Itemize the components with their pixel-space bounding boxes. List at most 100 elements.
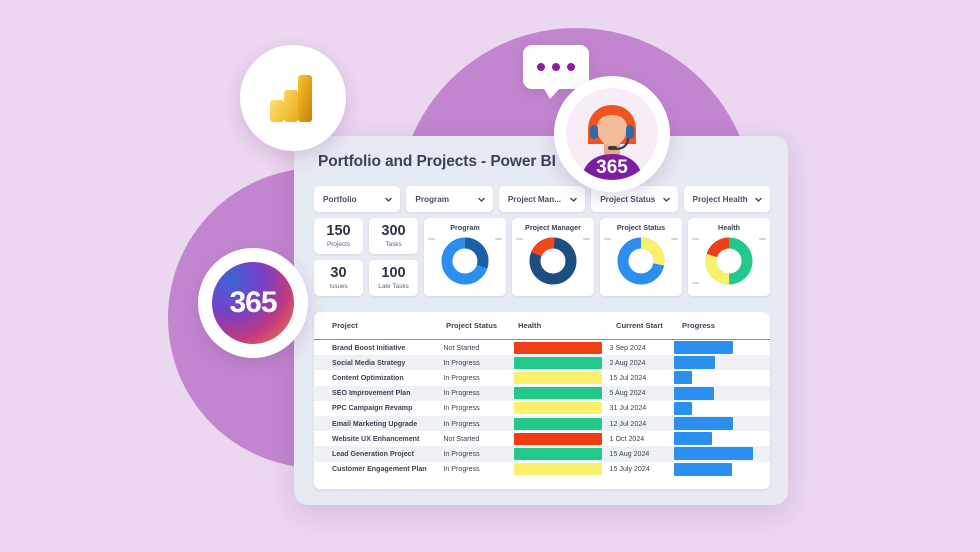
- kpi-card-projects[interactable]: 150 Projects: [314, 218, 363, 254]
- kpi-card-late-tasks[interactable]: 100 Late Tasks: [369, 260, 418, 296]
- health-indicator-bar: [513, 432, 602, 445]
- health-indicator-bar: [513, 402, 602, 415]
- cell-project-status: In Progress: [443, 465, 480, 474]
- donut-card-project-manager[interactable]: Project Manager: [512, 218, 594, 296]
- cell-project: Website UX Enhancement: [332, 434, 420, 443]
- progress-fill: [674, 401, 693, 415]
- cell-current-start: 15 Jul 2024: [609, 373, 647, 382]
- cell-project-status: Not Started: [443, 434, 480, 443]
- table-body: Brand Boost Initiative Not Started 3 Sep 2…: [314, 340, 770, 477]
- kpi-grid: 150 Projects 300 Tasks 30 Issues 100 Late Tasks: [314, 218, 418, 296]
- table-row[interactable]: Customer Engagement Plan In Progress 15 Ju…: [314, 461, 770, 477]
- cell-progress: [674, 417, 762, 431]
- donut-svg: [529, 237, 577, 285]
- cell-progress: [674, 341, 762, 355]
- column-header-progress[interactable]: Progress: [682, 321, 762, 330]
- cell-progress: [674, 371, 762, 385]
- chevron-down-icon[interactable]: [384, 195, 393, 204]
- cell-progress: [674, 447, 762, 461]
- progress-fill: [674, 432, 712, 446]
- progress-fill: [674, 371, 693, 385]
- kpi-label: Projects: [326, 240, 351, 248]
- legend-tick: [516, 238, 523, 240]
- filter-label: Project Man...: [507, 194, 562, 204]
- table-row[interactable]: Content Optimization In Progress 15 Jul 20…: [314, 370, 770, 386]
- kpi-label: Late Tasks: [378, 282, 409, 290]
- table-row[interactable]: Lead Generation Project In Progress 15 Aug…: [314, 446, 770, 462]
- progress-track: [674, 341, 762, 355]
- office-365-label: 365: [229, 286, 277, 319]
- cell-project: Customer Engagement Plan: [332, 465, 427, 474]
- legend-tick: [604, 238, 611, 240]
- progress-track: [674, 356, 762, 370]
- filter-label: Program: [415, 194, 450, 204]
- health-indicator-bar: [513, 417, 602, 430]
- cell-project: SEO Improvement Plan: [332, 389, 411, 398]
- table-row[interactable]: Social Media Strategy In Progress 2 Aug 20…: [314, 355, 770, 371]
- cell-health: [513, 402, 610, 415]
- donut-chart-project-manager: [512, 232, 594, 290]
- filter-label: Portfolio: [323, 194, 357, 204]
- cell-health: [513, 432, 610, 445]
- cell-project-status: In Progress: [443, 358, 480, 367]
- filter-dropdown-4[interactable]: Project Health: [683, 186, 771, 212]
- filter-dropdown-1[interactable]: Program: [406, 186, 493, 212]
- cell-progress: [674, 462, 762, 476]
- legend-tick: [671, 238, 678, 240]
- filter-label: Project Status: [600, 194, 656, 204]
- table-row[interactable]: Brand Boost Initiative Not Started 3 Sep 2…: [314, 340, 770, 356]
- progress-track: [674, 386, 762, 400]
- kpi-card-tasks[interactable]: 300 Tasks: [369, 218, 418, 254]
- cell-health: [513, 356, 610, 369]
- filter-label: Project Health: [692, 194, 748, 204]
- table-row[interactable]: Website UX Enhancement Not Started 1 Oct 2…: [314, 431, 770, 447]
- kpi-value: 100: [381, 265, 406, 282]
- kpi-value: 30: [330, 265, 347, 282]
- chevron-down-icon[interactable]: [754, 195, 763, 204]
- filter-dropdown-2[interactable]: Project Man...: [498, 186, 586, 212]
- chevron-down-icon[interactable]: [477, 195, 486, 204]
- cell-progress: [674, 401, 762, 415]
- cell-progress: [674, 386, 762, 400]
- cell-project: Social Media Strategy: [332, 358, 406, 367]
- table-row[interactable]: PPC Campaign Revamp In Progress 31 Jul 202…: [314, 400, 770, 416]
- table-row[interactable]: Email Marketing Upgrade In Progress 12 Jul…: [314, 415, 770, 432]
- column-header-health[interactable]: Health: [518, 321, 616, 330]
- filter-dropdown-0[interactable]: Portfolio: [314, 186, 401, 212]
- legend-tick: [495, 238, 502, 240]
- health-indicator-bar: [513, 463, 602, 476]
- column-header-project[interactable]: Project: [322, 321, 446, 330]
- donut-title: Project Manager: [525, 223, 581, 232]
- donut-card-project-status[interactable]: Project Status: [600, 218, 682, 296]
- kpi-label: Issues: [329, 282, 348, 290]
- kpi-card-issues[interactable]: 30 Issues: [314, 260, 363, 296]
- cell-project-status: In Progress: [443, 404, 480, 413]
- progress-fill: [674, 356, 715, 370]
- legend-tick: [692, 238, 699, 240]
- kpi-label: Tasks: [385, 240, 402, 248]
- cell-health: [513, 463, 610, 476]
- cell-progress: [674, 356, 762, 370]
- cell-project: Brand Boost Initiative: [332, 343, 406, 352]
- donut-card-health[interactable]: Health: [688, 218, 770, 296]
- column-header-current-start[interactable]: Current Start: [616, 321, 682, 330]
- powerbi-dashboard-panel: Portfolio and Projects - Power BI Portfo…: [294, 136, 788, 505]
- cell-progress: [674, 432, 762, 446]
- progress-fill: [674, 341, 734, 355]
- donut-card-program[interactable]: Program: [424, 218, 506, 296]
- donut-title: Program: [450, 223, 480, 232]
- cell-project: Content Optimization: [332, 373, 404, 382]
- cell-project-status: In Progress: [443, 389, 480, 398]
- cell-health: [513, 417, 610, 430]
- table-row[interactable]: SEO Improvement Plan In Progress 5 Aug 202…: [314, 385, 770, 401]
- progress-fill: [674, 417, 734, 431]
- cell-current-start: 15 Aug 2024: [609, 449, 650, 458]
- health-indicator-bar: [513, 447, 602, 460]
- legend-tick: [692, 282, 699, 284]
- chat-dot-icon: [567, 63, 575, 71]
- chevron-down-icon[interactable]: [569, 195, 578, 204]
- legend-tick: [759, 238, 766, 240]
- chevron-down-icon[interactable]: [662, 195, 671, 204]
- donut-svg: [441, 237, 489, 285]
- column-header-project-status[interactable]: Project Status: [446, 321, 518, 330]
